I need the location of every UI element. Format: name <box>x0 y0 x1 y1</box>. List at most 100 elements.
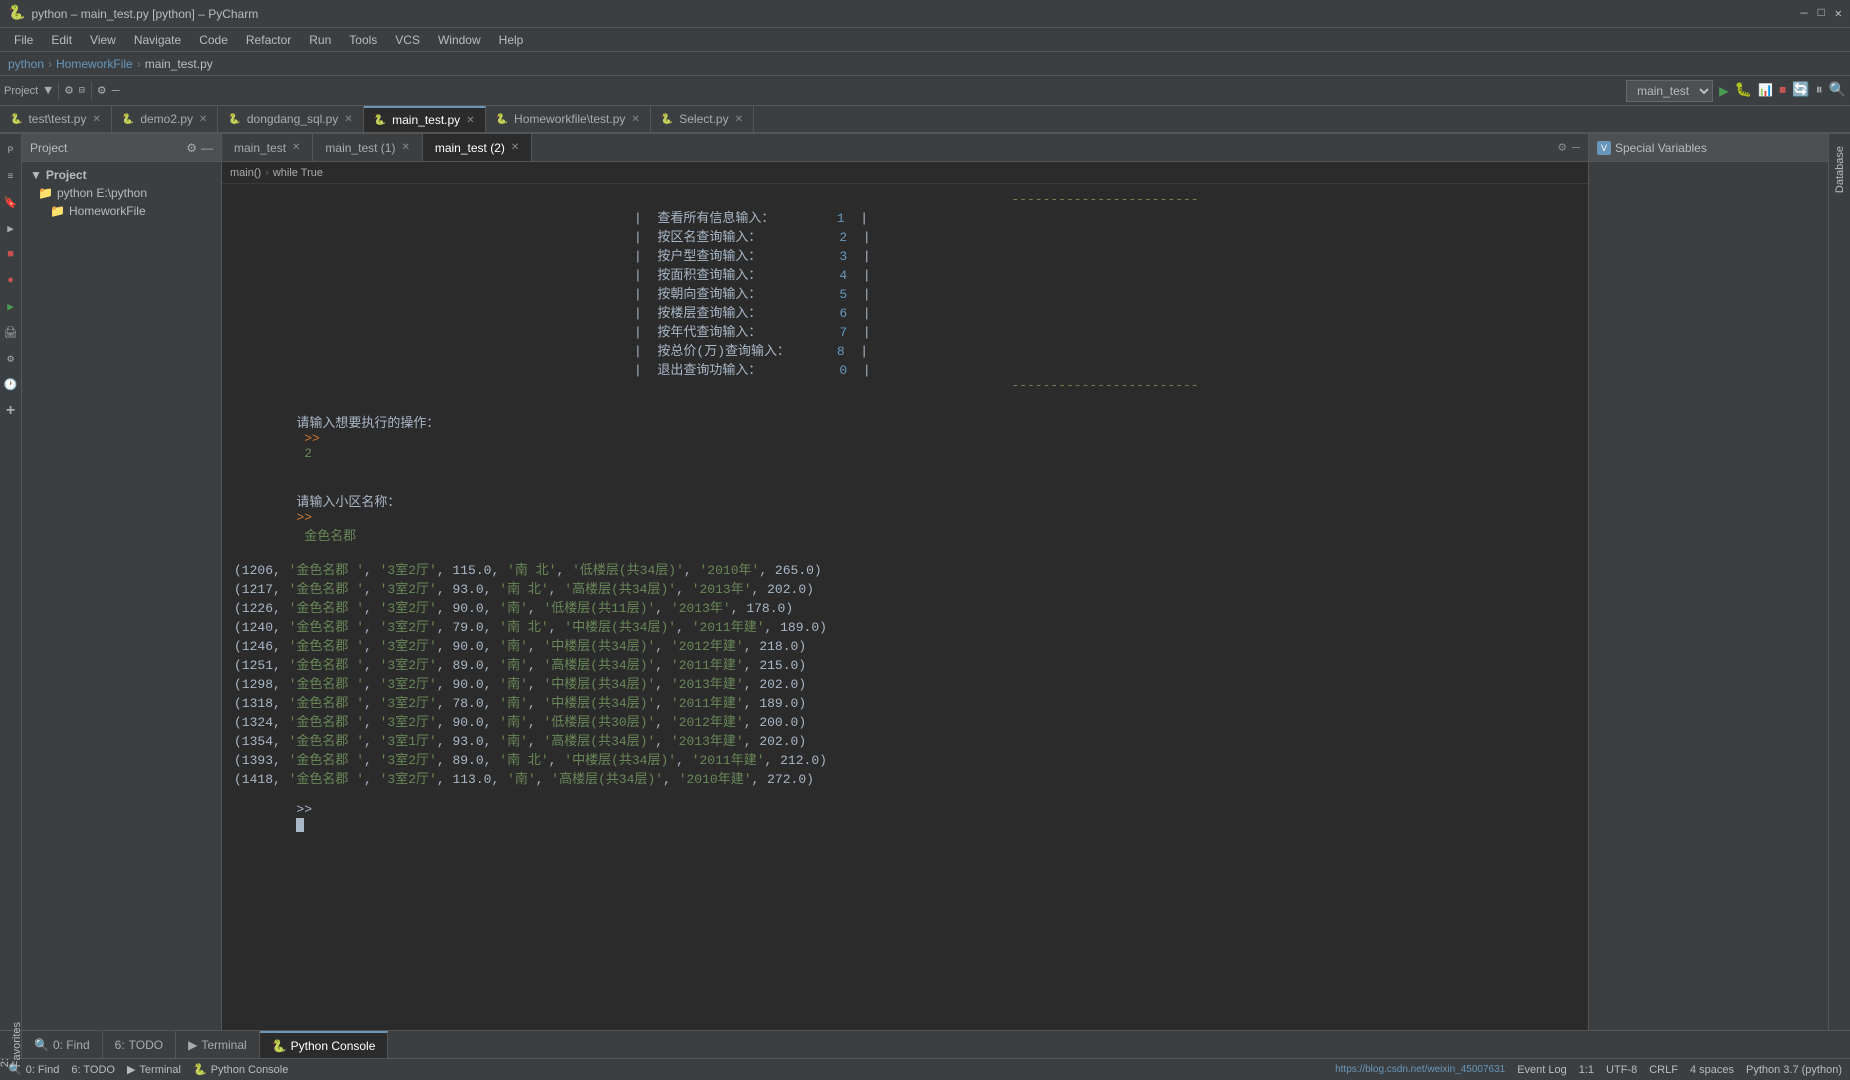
tree-item-python[interactable]: 📁 python E:\python <box>22 184 221 202</box>
menu-file[interactable]: File <box>6 31 41 49</box>
python-console-bar-toggle[interactable]: 🐍 Python Console <box>193 1063 288 1076</box>
menu-window[interactable]: Window <box>430 31 489 49</box>
indent[interactable]: 4 spaces <box>1690 1064 1734 1076</box>
file-tab-select[interactable]: 🐍 Select.py ✕ <box>651 106 754 132</box>
breadcrumb-file[interactable]: main_test.py <box>145 57 213 71</box>
breadcrumb-python[interactable]: python <box>8 57 44 71</box>
menu-tools[interactable]: Tools <box>341 31 385 49</box>
run-line-icon[interactable]: ▶ <box>2 298 20 316</box>
data-row-3: (1240, '金色名郡 ', '3室2厅', 79.0, '南 北', '中楼… <box>234 616 1576 635</box>
breadcrumb-main-func[interactable]: main() <box>230 167 261 179</box>
menu-navigate[interactable]: Navigate <box>126 31 189 49</box>
prompt1-arrow: >> <box>296 431 319 446</box>
bottom-tabs: 2: Favorites 🔍 0: Find 6: TODO ▶ Termina… <box>0 1030 1850 1058</box>
editor-tab-main3[interactable]: main_test (2) ✕ <box>423 134 532 161</box>
tree-item-homework[interactable]: 📁 HomeworkFile <box>22 202 221 220</box>
close-editor-tab2[interactable]: ✕ <box>401 142 409 153</box>
menu-bar: File Edit View Navigate Code Refactor Ru… <box>0 28 1850 52</box>
clock-icon[interactable]: 🕐 <box>2 376 20 394</box>
app-icon: 🐍 <box>8 5 25 22</box>
close-tab-test[interactable]: ✕ <box>92 114 100 125</box>
file-tab-hwtest[interactable]: 🐍 Homeworkfile\test.py ✕ <box>486 106 651 132</box>
project-panel-toggle[interactable]: P <box>2 142 20 160</box>
bottom-tab-python-console[interactable]: 🐍 Python Console <box>260 1031 389 1058</box>
tree-item-project[interactable]: ▼ Project <box>22 166 221 184</box>
python-version[interactable]: Python 3.7 (python) <box>1746 1064 1842 1076</box>
menu-refactor[interactable]: Refactor <box>238 31 299 49</box>
run-debug-icon[interactable]: ▶ <box>2 220 20 238</box>
database-panel-toggle[interactable]: Database <box>1834 138 1846 201</box>
tab-icon-test: 🐍 <box>10 114 22 125</box>
data-row-10: (1393, '金色名郡 ', '3室2厅', 89.0, '南 北', '中楼… <box>234 749 1576 768</box>
right-vertical-toolbar: Database <box>1828 134 1850 1030</box>
event-log-link[interactable]: Event Log <box>1517 1064 1567 1076</box>
file-tab-test[interactable]: 🐍 test\test.py ✕ <box>0 106 112 132</box>
close-editor-tab3[interactable]: ✕ <box>511 142 519 153</box>
bookmark-icon[interactable]: 🔖 <box>2 194 20 212</box>
editor-tab-main2[interactable]: main_test (1) ✕ <box>313 134 422 161</box>
file-tab-main-test[interactable]: 🐍 main_test.py ✕ <box>364 106 486 132</box>
project-expand-icon[interactable]: ▼ <box>44 83 52 98</box>
structure-icon[interactable]: ≡ <box>2 168 20 186</box>
breadcrumb-sep1: › <box>48 57 52 71</box>
url-text[interactable]: https://blog.csdn.net/weixin_45007631 <box>1335 1064 1505 1075</box>
breakpoint-icon[interactable]: ● <box>2 272 20 290</box>
data-row-4: (1246, '金色名郡 ', '3室2厅', 90.0, '南', '中楼层(… <box>234 635 1576 654</box>
add-icon[interactable]: + <box>2 402 20 420</box>
line-sep[interactable]: CRLF <box>1649 1064 1678 1076</box>
print-icon[interactable]: 🖨 <box>2 324 20 342</box>
gear-icon[interactable]: ⚙ <box>98 83 106 98</box>
close-tab-dongdang[interactable]: ✕ <box>344 114 352 125</box>
close-tab-main[interactable]: ✕ <box>466 115 474 126</box>
editor-tab3-label: main_test (2) <box>435 141 505 155</box>
collapse-icon[interactable]: — <box>112 83 120 98</box>
project-minimize-icon[interactable]: — <box>201 141 213 155</box>
settings-icon[interactable]: ⚙ <box>65 83 73 98</box>
close-button[interactable]: ✕ <box>1835 6 1842 21</box>
run-with-coverage-button[interactable]: 📊 <box>1758 83 1773 98</box>
breadcrumb-while-true[interactable]: while True <box>273 167 323 179</box>
terminal-bar-toggle[interactable]: ▶ Terminal <box>127 1063 181 1076</box>
tab-label-dongdang: dongdang_sql.py <box>247 112 338 126</box>
close-tab-select[interactable]: ✕ <box>735 114 743 125</box>
file-tab-dongdang[interactable]: 🐍 dongdang_sql.py ✕ <box>218 106 363 132</box>
bottom-tab-find[interactable]: 🔍 0: Find <box>22 1031 103 1058</box>
rerun-button[interactable]: 🔄 <box>1792 82 1809 99</box>
stop-small-icon[interactable]: ■ <box>2 246 20 264</box>
search-everywhere-button[interactable]: 🔍 <box>1829 82 1846 99</box>
editor-tab-main1[interactable]: main_test ✕ <box>222 134 313 161</box>
close-tab-hw[interactable]: ✕ <box>631 114 639 125</box>
todo-num: 6: <box>115 1038 125 1052</box>
run-config-selector[interactable]: main_test <box>1626 80 1713 102</box>
menu-vcs[interactable]: VCS <box>387 31 428 49</box>
encoding[interactable]: UTF-8 <box>1606 1064 1637 1076</box>
breadcrumb-sep2: › <box>137 57 141 71</box>
console-output[interactable]: ------------------------ | 查看所有信息输入： 1 |… <box>222 184 1588 1030</box>
stop-button[interactable]: ⏹ <box>1779 83 1786 99</box>
bottom-tab-terminal[interactable]: ▶ Terminal <box>176 1031 260 1058</box>
menu-line-4: | 按面积查询输入： 4 | <box>234 264 1576 283</box>
menu-help[interactable]: Help <box>491 31 532 49</box>
data-row-2: (1226, '金色名郡 ', '3室2厅', 90.0, '南', '低楼层(… <box>234 597 1576 616</box>
maximize-button[interactable]: □ <box>1818 6 1825 21</box>
menu-edit[interactable]: Edit <box>43 31 80 49</box>
editor-tab-settings[interactable]: ⚙ — <box>1550 134 1588 161</box>
favorites-toggle[interactable]: 2: Favorites <box>0 1022 23 1067</box>
breadcrumb-homeworkfile[interactable]: HomeworkFile <box>56 57 133 71</box>
close-editor-tab1[interactable]: ✕ <box>292 142 300 153</box>
bottom-tab-todo[interactable]: 6: TODO <box>103 1031 176 1058</box>
file-tab-demo2[interactable]: 🐍 demo2.py ✕ <box>112 106 219 132</box>
pause-button[interactable]: ⏸ <box>1816 83 1823 99</box>
minimize-button[interactable]: — <box>1800 6 1807 21</box>
run-button[interactable]: ▶ <box>1719 81 1729 101</box>
menu-code[interactable]: Code <box>191 31 236 49</box>
split-icon[interactable]: ⊟ <box>79 85 85 97</box>
menu-run[interactable]: Run <box>301 31 339 49</box>
tab-icon-main: 🐍 <box>374 115 386 126</box>
close-tab-demo2[interactable]: ✕ <box>199 114 207 125</box>
menu-view[interactable]: View <box>82 31 124 49</box>
todo-bar-toggle[interactable]: 6: TODO <box>71 1064 115 1076</box>
project-settings-icon[interactable]: ⚙ <box>186 141 197 155</box>
settings-small-icon[interactable]: ⚙ <box>2 350 20 368</box>
debug-button[interactable]: 🐛 <box>1735 82 1752 99</box>
